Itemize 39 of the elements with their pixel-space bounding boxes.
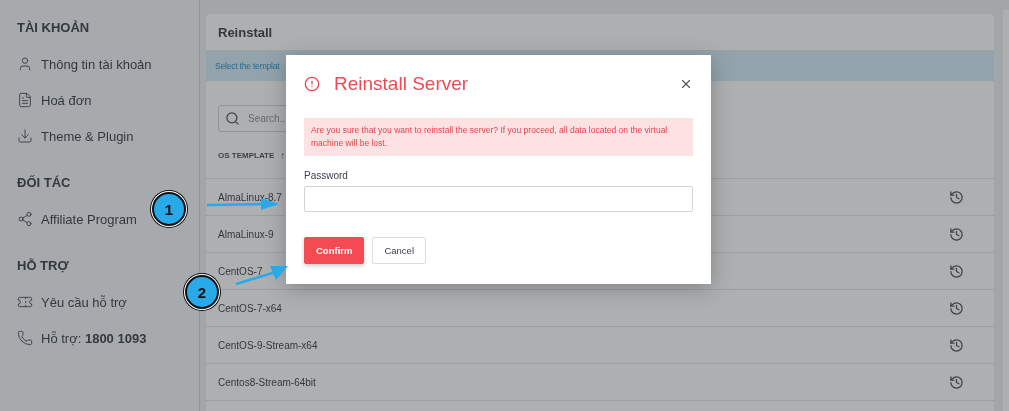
ticket-icon [17,294,33,310]
confirm-button[interactable]: Confirm [304,237,365,264]
sidebar-link[interactable]: Hỗ trợ: 1800 1093 [41,330,147,346]
sidebar-link[interactable]: Affiliate Program [41,211,137,227]
restore-icon[interactable] [949,189,964,205]
restore-icon[interactable] [949,300,964,316]
close-icon[interactable] [679,77,693,91]
table-cell: CentOS-7-x64 [218,302,282,314]
password-field[interactable] [304,186,693,212]
alert-icon [304,76,320,92]
sidebar-link[interactable]: Thông tin tài khoản [41,56,152,72]
table-cell: Centos8-Stream-64bit [218,376,316,388]
step-badge: 2 [185,275,219,309]
restore-icon[interactable] [949,374,964,390]
restore-icon[interactable] [949,337,964,353]
table-cell: CentOS-7 [218,265,263,277]
share-icon [17,211,33,227]
section-heading: HỖ TRỢ [17,258,70,273]
sort-icon[interactable]: ↑ [280,149,286,161]
step-badge: 1 [152,192,186,226]
restore-icon[interactable] [949,226,964,242]
sidebar-link[interactable]: Yêu cầu hỗ trợ [41,294,127,310]
warning-message: Are you sure that you want to reinstall the server? If you proceed, all data located on the virtual machine will be lost. [304,118,693,156]
sidebar-link[interactable]: Hoá đơn [41,92,92,108]
section-heading: ĐỐI TÁC [17,175,72,190]
cancel-button[interactable]: Cancel [372,237,426,264]
table-cell: CentOS-9-Stream-x64 [218,339,318,351]
table-cell: AlmaLinux-8.7 [218,191,282,203]
sidebar-link[interactable]: Theme & Plugin [41,128,134,144]
phone-icon [17,330,33,346]
document-icon [17,92,33,108]
user-icon [17,56,33,72]
search-icon [225,111,240,126]
restore-icon[interactable] [949,263,964,279]
field-label: Password [304,170,349,181]
section-heading: TÀI KHOẢN [17,20,91,35]
download-icon [17,128,33,144]
column-header[interactable]: OS TEMPLATE [218,150,275,160]
table-cell: AlmaLinux-9 [218,228,274,240]
